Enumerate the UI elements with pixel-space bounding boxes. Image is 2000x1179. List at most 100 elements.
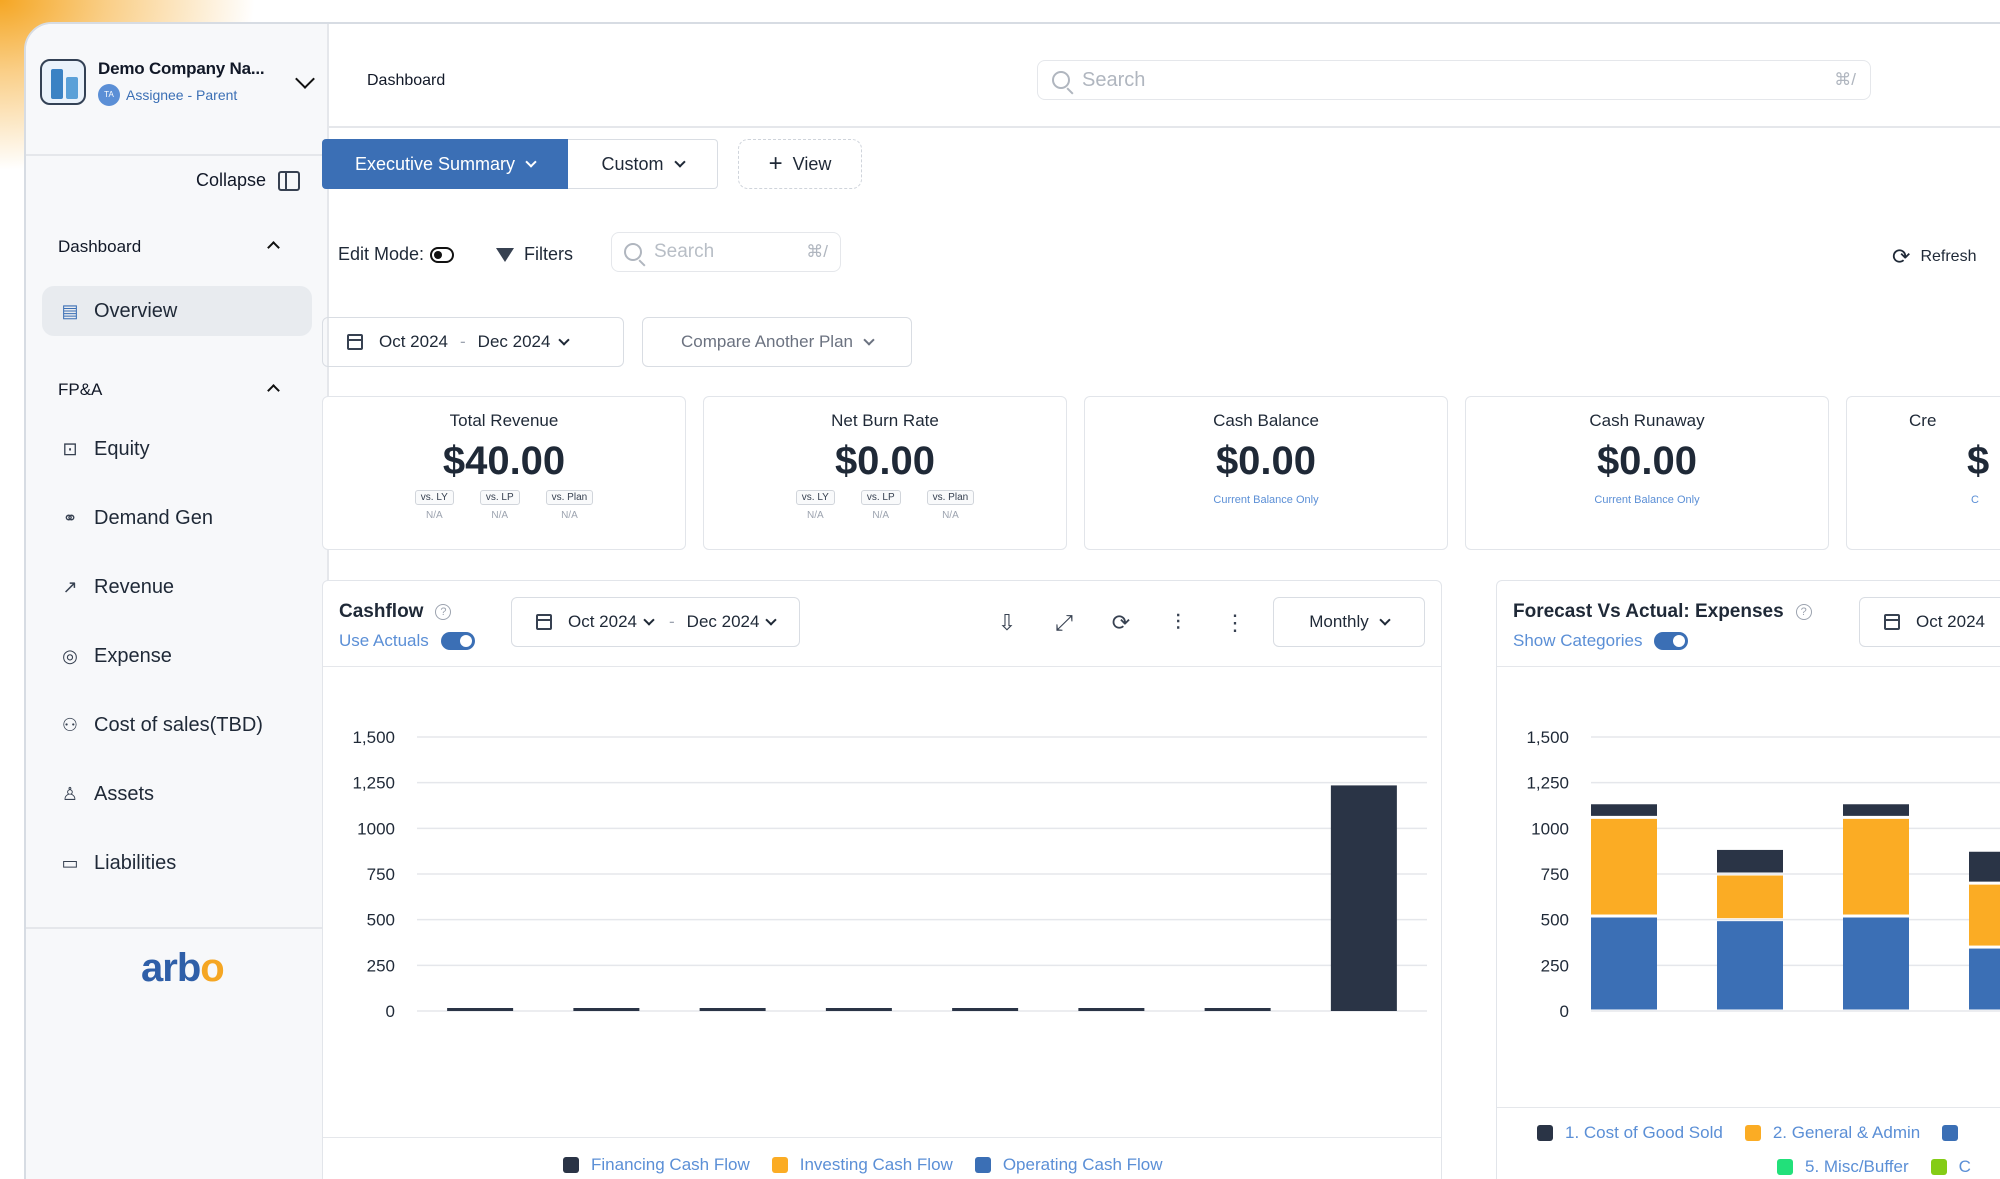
collapse-button[interactable]: Collapse [196,170,301,191]
add-view-button[interactable]: + View [738,139,862,189]
kpi-card-total-revenue[interactable]: Total Revenue $40.00 vs. LY N/A vs. LP N/A… [322,396,686,550]
widget-search-input[interactable]: Search ⌘/ [611,232,841,272]
refresh-button[interactable]: ⟳ Refresh [1892,244,1976,270]
liabilities-icon: ▭ [61,852,79,873]
sidebar-item-overview[interactable]: ▤ Overview [42,286,312,336]
forecast-legend-row-2: 5. Misc/Buffer C [1777,1157,1971,1177]
legend-item[interactable] [1942,1125,1970,1141]
tab-executive-summary[interactable]: Executive Summary [322,139,568,189]
y-tick-label: 750 [1541,865,1569,884]
sidebar-section-dashboard[interactable]: Dashboard [58,237,298,257]
forecast-chart: 0 250 500 750 1000 1,250 1,500 [1526,728,2000,1021]
cashflow-chart: 0 250 500 750 1000 1,250 1,500 [352,728,1427,1021]
use-actuals-toggle[interactable]: Use Actuals [339,631,475,651]
bar [699,1008,766,1011]
bar [1717,921,1783,1010]
demand-gen-icon: ⚭ [62,507,78,528]
company-role: Assignee - Parent [126,86,238,103]
tab-custom[interactable]: Custom [568,139,718,189]
date-range-picker[interactable]: Oct 2024 - Dec 2024 [322,317,624,367]
chevron-down-icon [643,614,655,626]
sidebar-item-revenue[interactable]: ↗ Revenue [42,562,312,612]
top-header: Dashboard Search ⌘/ [329,24,2000,128]
kpi-card-net-burn-rate[interactable]: Net Burn Rate $0.00 vs. LY N/A vs. LP N/A … [703,396,1067,550]
y-tick-label: 0 [1560,1002,1569,1021]
avatar: TA [98,83,120,106]
bar [1591,917,1657,1010]
kpi-card-credit[interactable]: Cre $ C [1846,396,2000,550]
refresh-icon[interactable]: ⟳ [1107,609,1135,637]
cashflow-date-picker[interactable]: Oct 2024 - Dec 2024 [511,597,801,647]
y-tick-label: 250 [367,956,395,975]
compare-plan-dropdown[interactable]: Compare Another Plan [642,317,912,367]
bar [447,1008,514,1011]
chevron-down-icon [765,614,778,626]
chevron-down-icon [525,156,537,168]
y-tick-label: 1,500 [1526,728,1569,747]
expand-icon[interactable]: ⤢ [1050,609,1078,637]
bar [1969,884,2000,946]
company-switcher[interactable]: Demo Company Na... TA Assignee - Parent [40,54,320,110]
bar [1204,1008,1271,1011]
filters-button[interactable]: Filters [496,244,573,265]
bar [1843,804,1909,816]
sidebar-item-expense[interactable]: ◎ Expense [42,631,312,681]
forecast-title: Forecast Vs Actual: Expenses ? [1513,601,1812,623]
legend-item[interactable]: 2. General & Admin [1744,1123,1920,1143]
company-name: Demo Company Na... [98,58,265,78]
forecast-date-picker[interactable]: Oct 2024 [1859,597,2000,647]
legend-item[interactable]: 1. Cost of Good Sold [1537,1123,1723,1143]
sidebar-item-liabilities[interactable]: ▭ Liabilities [42,838,312,888]
bar [1843,818,1909,915]
interval-dropdown[interactable]: Monthly [1273,597,1425,647]
toggle-switch[interactable] [430,246,455,263]
chevron-down-icon[interactable] [295,69,315,89]
kpi-card-cash-runaway[interactable]: Cash Runaway $0.00 Current Balance Only [1465,396,1829,550]
bar [1969,948,2000,1010]
legend-item[interactable]: C [1930,1157,1971,1177]
help-icon[interactable]: ? [435,604,452,620]
download-icon[interactable]: ⇩ [993,609,1021,637]
chevron-up-icon [267,241,280,254]
sidebar: Demo Company Na... TA Assignee - Parent … [26,24,329,1179]
toggle-switch[interactable] [440,632,475,650]
bar [573,1008,640,1011]
equity-icon: ⊡ [62,438,78,459]
more-vertical-icon[interactable]: ⋮ [1221,609,1249,637]
edit-mode-toggle[interactable]: Edit Mode: [338,244,455,265]
sidebar-section-fpa[interactable]: FP&A [58,380,298,400]
show-categories-toggle[interactable]: Show Categories [1513,631,1689,651]
revenue-icon: ↗ [62,576,78,597]
global-search-input[interactable]: Search ⌘/ [1037,60,1871,100]
dashboard-tabs: Executive Summary Custom [322,139,718,189]
app-window: Demo Company Na... TA Assignee - Parent … [24,22,2000,1179]
sidebar-item-demand-gen[interactable]: ⚭ Demand Gen [42,493,312,543]
y-tick-label: 1,250 [352,774,395,793]
legend-item[interactable]: 5. Misc/Buffer [1777,1157,1909,1177]
sliders-icon[interactable]: ⫶ [1164,609,1192,637]
chevron-down-icon [558,334,571,346]
legend-item[interactable]: Financing Cash Flow [563,1155,750,1175]
bar [1969,851,2000,882]
y-tick-label: 250 [1541,956,1569,975]
y-tick-label: 1000 [357,819,395,838]
cost-of-sales-icon: ⚇ [61,714,79,735]
chevron-down-icon [1379,614,1391,626]
sidebar-item-assets[interactable]: ♙ Assets [42,769,312,819]
kpi-card-cash-balance[interactable]: Cash Balance $0.00 Current Balance Only [1084,396,1448,550]
y-tick-label: 500 [1541,911,1569,930]
forecast-panel: Forecast Vs Actual: Expenses ? Show Cate… [1496,580,2000,1179]
y-tick-label: 1,500 [352,728,395,747]
sidebar-item-equity[interactable]: ⊡ Equity [42,424,312,474]
bar [1330,785,1397,1011]
calendar-icon [1884,614,1900,630]
legend-item[interactable]: Operating Cash Flow [974,1155,1163,1175]
bar [1717,849,1783,873]
bar [1843,917,1909,1010]
help-icon[interactable]: ? [1795,604,1812,620]
legend-item[interactable]: Investing Cash Flow [771,1155,953,1175]
search-icon [1052,71,1070,89]
sidebar-item-cost-of-sales[interactable]: ⚇ Cost of sales(TBD) [42,700,312,750]
expense-icon: ◎ [62,645,78,666]
toggle-switch[interactable] [1654,632,1689,650]
